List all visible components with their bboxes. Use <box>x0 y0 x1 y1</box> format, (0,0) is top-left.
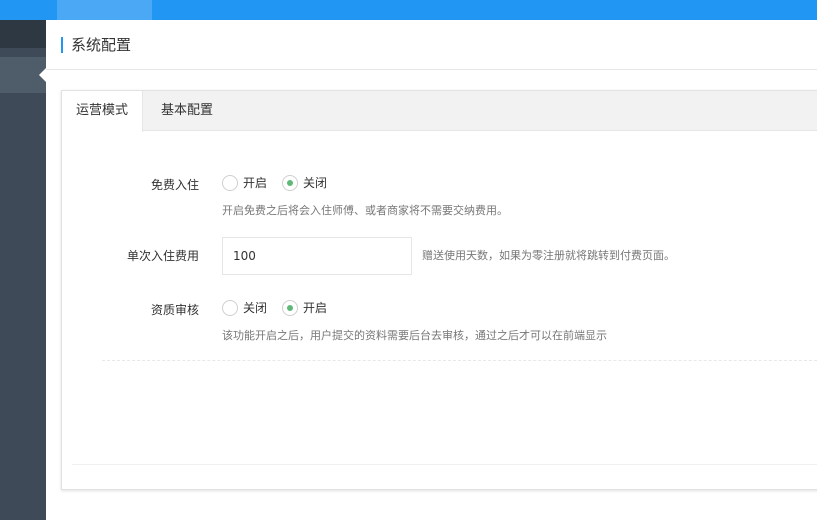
sidebar-header <box>0 20 46 48</box>
tab-operation-mode[interactable]: 运营模式 <box>62 91 144 132</box>
qualification-label: 资质审核 <box>150 303 199 317</box>
sidebar <box>0 20 46 520</box>
page-title: 系统配置 <box>71 36 132 54</box>
qualification-radio-on[interactable]: 开启 <box>282 300 327 316</box>
title-accent-bar <box>61 37 63 53</box>
main-content: 系统配置 运营模式 基本配置 免费入住 开启 关闭 开启免费之后将会入住师傅、或… <box>46 20 817 520</box>
radio-circle-checked <box>282 175 298 191</box>
entry-fee-label: 单次入住费用 <box>126 249 199 263</box>
entry-fee-input[interactable] <box>222 237 412 275</box>
top-nav-active-item[interactable] <box>57 0 152 20</box>
sidebar-active-arrow-icon <box>39 68 46 82</box>
tab-basic-config[interactable]: 基本配置 <box>147 91 227 131</box>
tab-bar: 运营模式 基本配置 <box>62 91 817 132</box>
radio-label: 关闭 <box>243 301 268 315</box>
radio-circle <box>222 300 238 316</box>
form-divider <box>102 360 817 361</box>
qualification-radio-off[interactable]: 关闭 <box>222 300 267 316</box>
entry-fee-hint: 赠送使用天数，如果为零注册就将跳转到付费页面。 <box>422 249 675 262</box>
radio-label: 关闭 <box>303 176 328 190</box>
free-entry-radio-on[interactable]: 开启 <box>222 175 267 191</box>
radio-label: 开启 <box>243 176 268 190</box>
free-entry-hint: 开启免费之后将会入住师傅、或者商家将不需要交纳费用。 <box>222 204 508 217</box>
radio-label: 开启 <box>303 301 328 315</box>
radio-circle-checked <box>282 300 298 316</box>
tab-panel: 免费入住 开启 关闭 开启免费之后将会入住师傅、或者商家将不需要交纳费用。 单次… <box>72 131 817 465</box>
free-entry-radio-off[interactable]: 关闭 <box>282 175 327 191</box>
page-header: 系统配置 <box>46 20 817 70</box>
config-card: 运营模式 基本配置 免费入住 开启 关闭 开启免费之后将会入住师傅、或者商家将不… <box>61 90 817 490</box>
qualification-hint: 该功能开启之后，用户提交的资料需要后台去审核，通过之后才可以在前端显示 <box>222 329 607 342</box>
free-entry-label: 免费入住 <box>150 178 199 192</box>
radio-circle <box>222 175 238 191</box>
top-navbar <box>0 0 817 20</box>
